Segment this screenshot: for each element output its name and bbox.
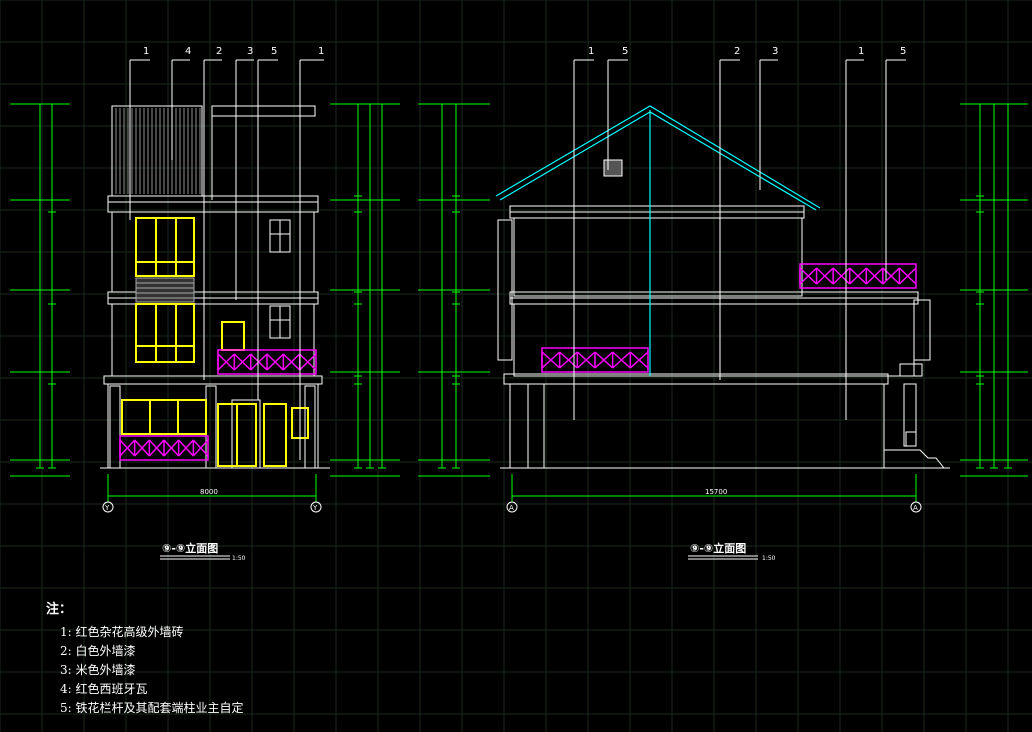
axis-left-a: Y: [104, 504, 110, 512]
left-elevation: [100, 105, 330, 469]
callout-left-6: 1: [318, 46, 324, 57]
callout-right-1: 1: [588, 46, 594, 57]
right-railings: [541, 263, 917, 373]
right-title: ⑨-⑨立面图: [690, 541, 746, 555]
note-item-5: 5: 铁花栏杆及其配套端柱业主自定: [60, 701, 244, 715]
axis-right-a: A: [509, 504, 514, 512]
right-total-width: 15700: [705, 488, 727, 496]
left-scale: 1:50: [232, 555, 246, 562]
callout-labels: 1 4 2 3 5 1 1 5 2 3 1 5: [143, 46, 906, 57]
notes-heading: 注：: [46, 602, 73, 617]
louvre-panel: [135, 277, 195, 303]
callout-left-4: 3: [247, 46, 253, 57]
note-item-4: 4: 红色西班牙瓦: [60, 682, 148, 696]
callout-right-5: 1: [858, 46, 864, 57]
note-item-1: 1: 红色杂花高级外墙砖: [60, 625, 184, 639]
callout-left-3: 2: [216, 46, 222, 57]
callout-right-3: 2: [734, 46, 740, 57]
roof-tile-pattern: [115, 108, 201, 194]
left-windows: [121, 217, 309, 467]
axis-right-b: A: [913, 504, 918, 512]
callout-left-5: 5: [271, 46, 277, 57]
note-item-3: 3: 米色外墙漆: [60, 663, 136, 677]
callout-right-2: 5: [622, 46, 628, 57]
callout-left-2: 4: [185, 46, 191, 57]
right-scale: 1:50: [762, 555, 776, 562]
callout-right-4: 3: [772, 46, 778, 57]
axis-left-b: Y: [312, 504, 318, 512]
callout-left-1: 1: [143, 46, 149, 57]
left-total-width: 8000: [200, 488, 218, 496]
note-item-2: 2: 白色外墙漆: [60, 644, 136, 658]
callout-right-6: 5: [900, 46, 906, 57]
left-title: ⑨-⑨立面图: [162, 541, 218, 555]
notes-panel: 注： 1: 红色杂花高级外墙砖 2: 白色外墙漆 3: 米色外墙漆 4: 红色西…: [46, 598, 244, 718]
